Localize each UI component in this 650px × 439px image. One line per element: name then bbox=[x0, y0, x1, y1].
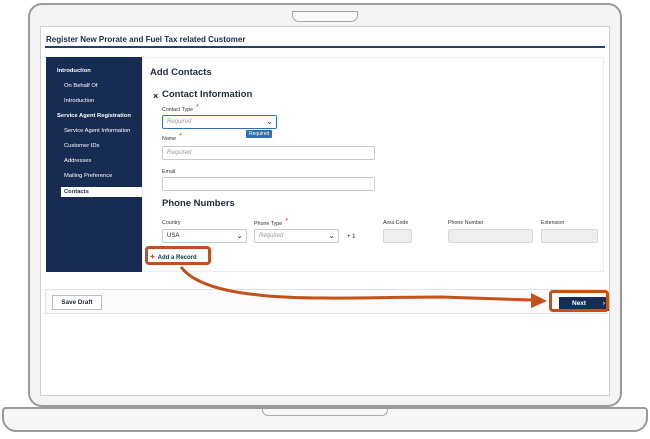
camera-notch bbox=[292, 11, 358, 22]
annotation-arrow bbox=[179, 266, 547, 308]
laptop-base-groove bbox=[262, 409, 388, 416]
app-screen: Register New Prorate and Fuel Tax relate… bbox=[40, 26, 610, 396]
laptop-frame: Register New Prorate and Fuel Tax relate… bbox=[0, 0, 650, 439]
